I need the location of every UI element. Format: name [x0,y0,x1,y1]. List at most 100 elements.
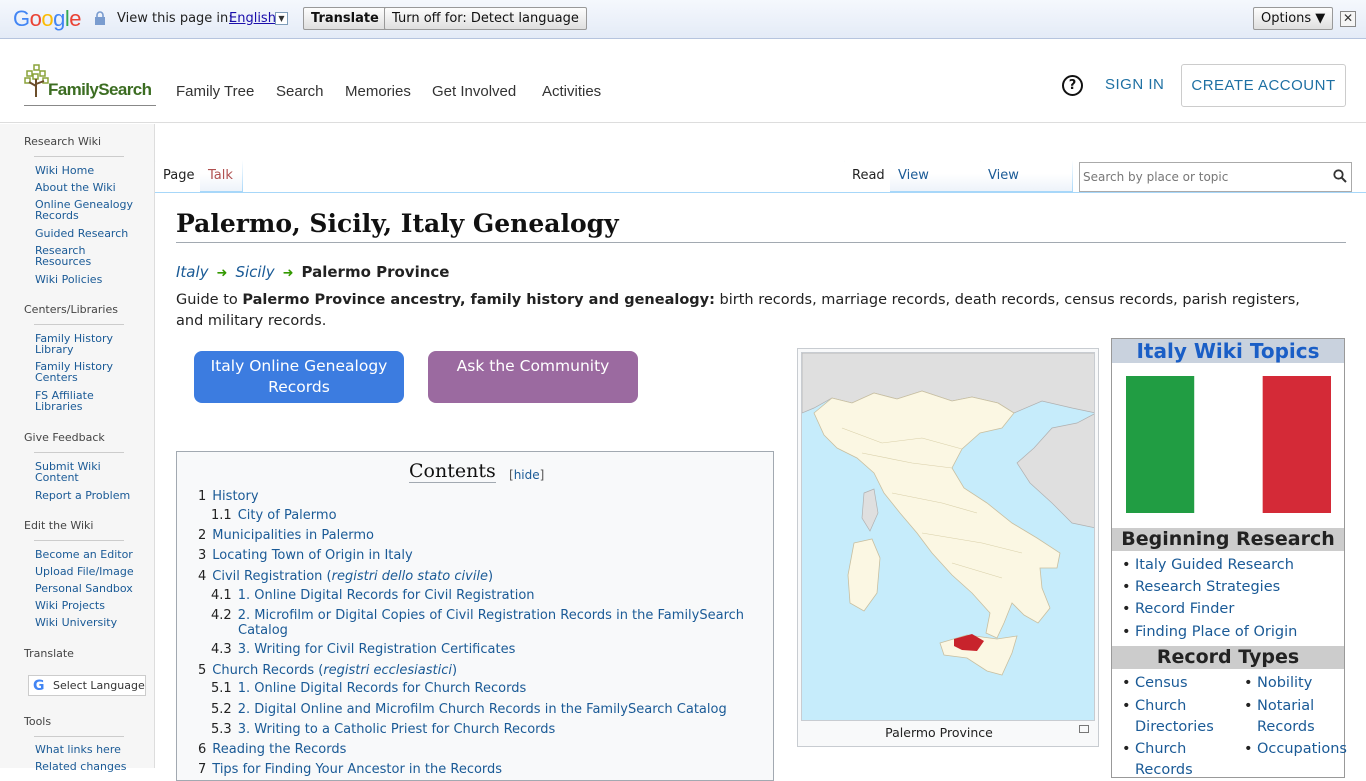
tab-view-history[interactable]: View history [980,162,1072,211]
sidebar-item-guided-research[interactable]: Guided Research [35,228,145,239]
wiki-topics-title[interactable]: Italy Wiki Topics [1112,339,1344,363]
chevron-down-icon[interactable]: ▼ [275,12,288,25]
toc-item[interactable]: 3 Locating Town of Origin in Italy [198,548,413,563]
toc-title: Contents [409,460,496,483]
intro-paragraph: Guide to Palermo Province ancestry, fami… [176,292,1300,329]
toc-item[interactable]: 4 Civil Registration (registri dello stat… [198,569,493,584]
tab-talk[interactable]: Talk [200,162,242,192]
toc-item[interactable]: 4.3 3. Writing for Civil Registration Cer… [211,642,515,657]
breadcrumb-sicily[interactable]: Sicily [235,263,274,281]
language-select[interactable]: English [229,11,276,26]
site-header: FamilySearch Family Tree Search Memories… [0,40,1366,123]
toc-hide-toggle[interactable]: [hide] [509,468,544,482]
wiki-topics-box: Italy Wiki Topics Beginning Research Ita… [1111,338,1347,781]
ask-community-button[interactable]: Ask the Community [428,351,638,403]
toc-item[interactable]: 5.2 2. Digital Online and Microfilm Churc… [211,702,727,717]
topic-link[interactable]: Nobility [1244,673,1312,694]
sidebar-item-wiki-university[interactable]: Wiki University [35,617,145,628]
translate-button[interactable]: Translate [303,7,387,30]
options-button[interactable]: Options ▼ [1253,7,1334,30]
page-title: Palermo, Sicily, Italy Genealogy [176,209,1346,243]
search-input[interactable]: Search by place or topic [1079,162,1352,192]
sidebar-item-online-genealogy-records[interactable]: Online Genealogy Records [35,199,135,221]
nav-search[interactable]: Search [276,83,324,100]
google-logo: Google [13,6,82,31]
sidebar-item-related-changes[interactable]: Related changes [35,761,145,772]
topic-link[interactable]: Census [1122,673,1187,694]
toc-item[interactable]: 6 Reading the Records [198,742,346,757]
tree-icon [24,64,49,97]
search-icon[interactable] [1333,169,1347,183]
google-g-icon: G [33,678,45,694]
turn-off-button[interactable]: Turn off for: Detect language [384,7,587,30]
sidebar-heading-tools: Tools [24,715,52,728]
nav-activities[interactable]: Activities [542,83,601,100]
create-account-button[interactable]: CREATE ACCOUNT [1181,64,1346,107]
divider [1072,160,1073,192]
italy-online-records-button[interactable]: Italy Online Genealogy Records [194,351,404,403]
sidebar-item-become-editor[interactable]: Become an Editor [35,549,145,560]
divider [242,160,243,192]
arrow-right-icon: ➜ [216,266,228,281]
lock-icon [95,11,105,25]
nav-get-involved[interactable]: Get Involved [432,83,516,100]
view-page-label: View this page in: [117,11,233,26]
nav-memories[interactable]: Memories [345,83,411,100]
topic-link[interactable]: Church Directories [1122,696,1215,738]
familysearch-logo[interactable]: FamilySearch [24,64,156,106]
google-logo-g: G [13,6,30,31]
toc-item[interactable]: 1.1 City of Palermo [211,508,337,523]
toc-item[interactable]: 4.2 2. Microfilm or Digital Copies of Civ… [211,608,751,638]
sidebar-item-wiki-policies[interactable]: Wiki Policies [35,274,145,285]
sign-in-link[interactable]: SIGN IN [1105,76,1164,93]
breadcrumb-current: Palermo Province [301,263,450,281]
sidebar-item-submit-wiki-content[interactable]: Submit Wiki Content [35,461,107,483]
toc-item[interactable]: 7 Tips for Finding Your Ancestor in the R… [198,762,502,777]
topic-link[interactable]: Research Strategies [1122,577,1280,598]
tab-view-source[interactable]: View source [890,162,980,211]
sidebar-item-fs-affiliate-libraries[interactable]: FS Affiliate Libraries [35,390,105,412]
toc-item[interactable]: 2 Municipalities in Palermo [198,528,374,543]
select-language-dropdown[interactable]: G Select Language [28,675,146,696]
sidebar-heading-edit-wiki: Edit the Wiki [24,519,94,532]
toc-item[interactable]: 5 Church Records (registri ecclesiastici) [198,663,457,678]
close-icon[interactable]: ✕ [1340,11,1356,27]
nav-family-tree[interactable]: Family Tree [176,83,254,100]
italy-flag-image [1126,376,1331,513]
italy-map-image[interactable] [801,352,1095,721]
sidebar-item-wiki-projects[interactable]: Wiki Projects [35,600,145,611]
sidebar-item-family-history-centers[interactable]: Family History Centers [35,361,117,383]
sidebar-item-research-resources[interactable]: Research Resources [35,245,105,267]
toc-item[interactable]: 4.1 1. Online Digital Records for Civil R… [211,588,535,603]
divider [34,156,124,157]
table-of-contents: Contents [hide] 1 History 1.1 City of Pale… [176,451,774,781]
topic-link[interactable]: Church Records [1122,739,1215,781]
sidebar-heading-give-feedback: Give Feedback [24,431,105,444]
divider [34,540,124,541]
sidebar-item-upload-file[interactable]: Upload File/Image [35,566,145,577]
toc-item[interactable]: 5.1 1. Online Digital Records for Church … [211,681,526,696]
enlarge-icon[interactable] [1079,725,1089,733]
sidebar-item-family-history-library[interactable]: Family History Library [35,333,117,355]
tab-read[interactable]: Read [844,162,890,192]
translate-bar: Google View this page in: English ▼ Tran… [0,0,1366,39]
toc-item[interactable]: 1 History [198,489,259,504]
help-icon[interactable]: ? [1062,75,1083,96]
breadcrumb-italy[interactable]: Italy [176,263,209,281]
sidebar-item-about-wiki[interactable]: About the Wiki [35,182,145,193]
topic-link[interactable]: Finding Place of Origin [1122,622,1297,643]
arrow-right-icon: ➜ [282,266,294,281]
record-types-heading: Record Types [1112,646,1344,669]
sidebar-item-personal-sandbox[interactable]: Personal Sandbox [35,583,145,594]
tab-page[interactable]: Page [155,162,200,192]
map-caption: Palermo Province [885,725,993,740]
sidebar-item-what-links-here[interactable]: What links here [35,744,145,755]
sidebar-item-wiki-home[interactable]: Wiki Home [35,165,145,176]
topic-link[interactable]: Occupations [1244,739,1347,760]
sidebar-item-report-problem[interactable]: Report a Problem [35,490,145,501]
topic-link[interactable]: Record Finder [1122,599,1234,620]
topic-link[interactable]: Italy Guided Research [1122,555,1294,576]
topic-link[interactable]: Notarial Records [1244,696,1337,738]
toc-item[interactable]: 5.3 3. Writing to a Catholic Priest for C… [211,722,555,737]
sidebar-heading-translate: Translate [24,647,74,660]
